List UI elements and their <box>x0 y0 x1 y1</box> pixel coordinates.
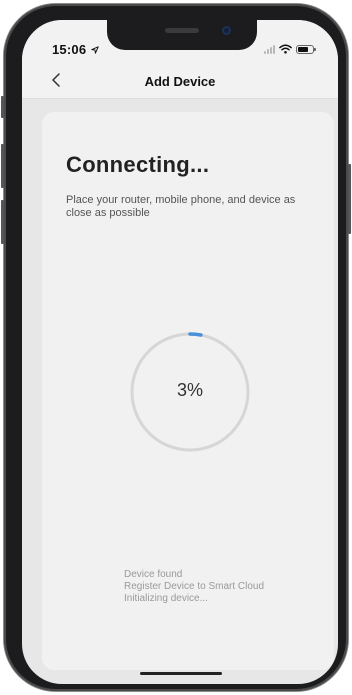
screen: 15:06 Add Device Connecting... Place you… <box>22 20 338 684</box>
navigation-bar: Add Device <box>22 64 338 99</box>
location-arrow-icon <box>91 46 99 54</box>
progress-ring: 3% <box>128 330 252 454</box>
battery-icon <box>296 45 316 54</box>
status-time: 15:06 <box>52 42 99 57</box>
home-indicator[interactable] <box>140 672 222 675</box>
status-time-text: 15:06 <box>52 42 87 57</box>
connection-steps: Device found Register Device to Smart Cl… <box>124 569 264 605</box>
step-initializing: Initializing device... <box>124 593 208 604</box>
cellular-signal-icon <box>264 44 275 54</box>
side-button <box>348 164 351 234</box>
placement-instructions: Place your router, mobile phone, and dev… <box>66 194 296 219</box>
mute-switch <box>1 96 4 118</box>
status-bar: 15:06 <box>22 20 338 64</box>
connecting-heading: Connecting... <box>66 152 210 177</box>
progress-percent: 3% <box>176 380 203 400</box>
volume-up-button <box>1 144 4 188</box>
status-icons <box>264 42 316 54</box>
earpiece-speaker <box>165 28 199 33</box>
connecting-card: Connecting... Place your router, mobile … <box>42 112 334 670</box>
wifi-icon <box>279 44 292 54</box>
notch <box>107 20 257 50</box>
phone-frame: 15:06 Add Device Connecting... Place you… <box>1 4 351 691</box>
step-device-found: Device found <box>124 569 183 580</box>
front-camera <box>222 26 231 35</box>
volume-down-button <box>1 200 4 244</box>
page-title: Add Device <box>144 74 216 89</box>
step-register-cloud: Register Device to Smart Cloud <box>124 581 265 592</box>
